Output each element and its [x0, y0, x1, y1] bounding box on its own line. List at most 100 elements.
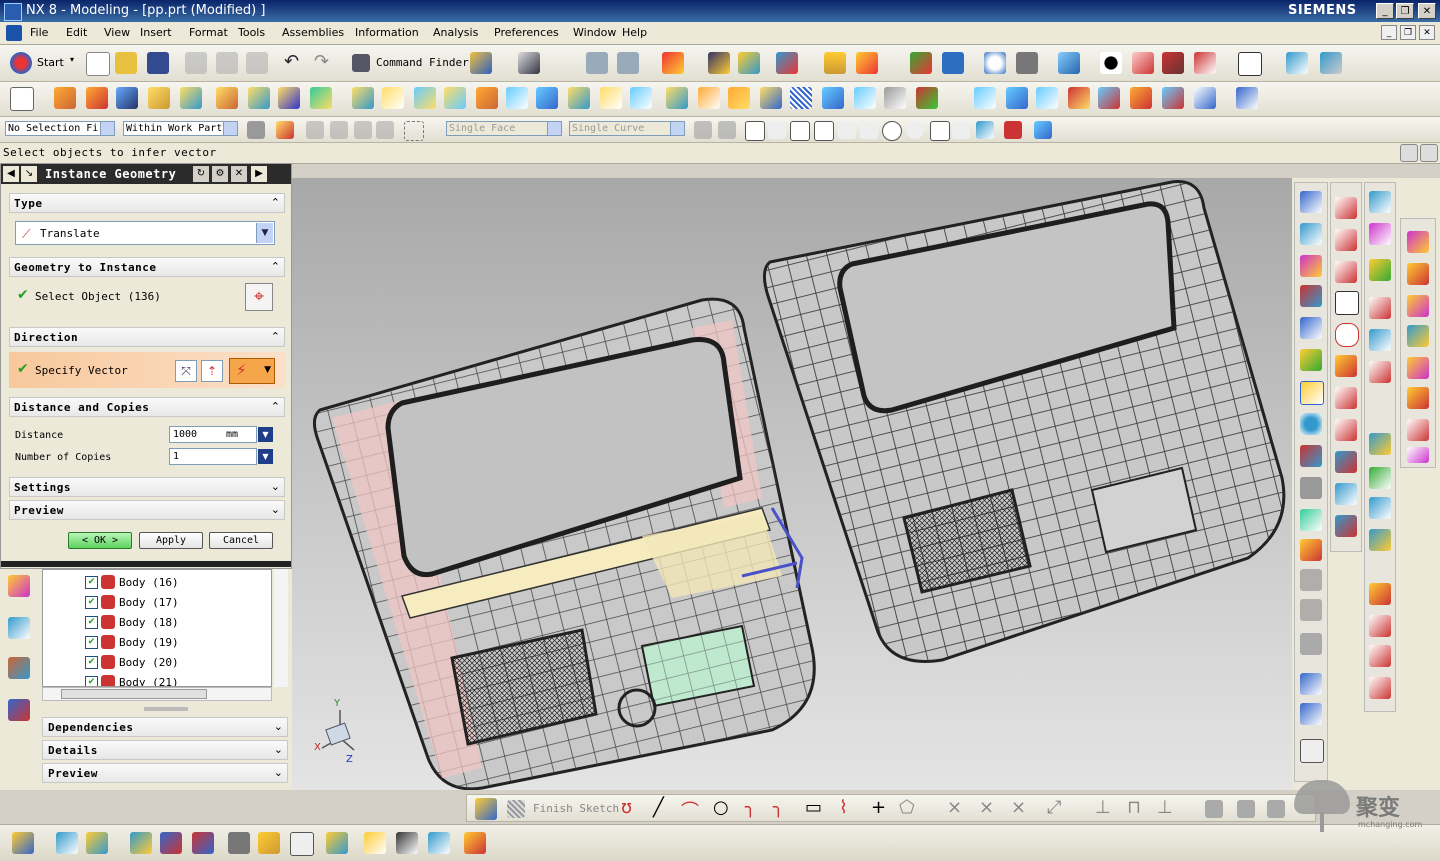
menu-format[interactable]: Format [189, 26, 228, 39]
expand-icon[interactable]: ⌄ [274, 766, 283, 779]
component-array-icon[interactable] [130, 832, 152, 854]
view-icon-1[interactable] [1300, 191, 1322, 213]
create-component-icon[interactable] [56, 832, 78, 854]
snap-intersection-icon[interactable] [860, 121, 878, 139]
view-icon-16[interactable] [1300, 673, 1322, 695]
copy-icon[interactable] [216, 52, 238, 74]
vector-dialog-icon[interactable]: ⇡ [201, 360, 223, 382]
assembly-more-icon[interactable] [464, 832, 486, 854]
edit-icon-1[interactable] [1369, 191, 1391, 213]
menu-assemblies[interactable]: Assemblies [282, 26, 344, 39]
sketch-polygon-icon[interactable]: ⬠ [899, 797, 915, 818]
render-style-icon[interactable] [1100, 52, 1122, 74]
view-icon-13[interactable] [1300, 569, 1322, 591]
surface-icon-k[interactable] [1194, 87, 1216, 109]
save-icon[interactable] [147, 52, 169, 74]
edit-icon-5[interactable] [1369, 329, 1391, 351]
shell-icon[interactable] [506, 87, 528, 109]
door-panel-original[interactable] [313, 297, 816, 790]
extrude-icon[interactable] [54, 87, 76, 109]
open-folder-icon[interactable] [115, 52, 137, 74]
rotate-icon[interactable] [1016, 52, 1038, 74]
view-icon-6[interactable] [1300, 349, 1322, 371]
snap-midpoint-icon[interactable] [814, 121, 834, 141]
distance-unit[interactable]: mm [223, 426, 257, 443]
mdi-minimize-button[interactable]: _ [1381, 25, 1397, 40]
move-component-icon[interactable] [1286, 52, 1308, 74]
tree-row[interactable]: ✔ Body (21) [43, 672, 271, 686]
sketch-arc-icon[interactable]: ⌒ [681, 797, 699, 823]
distance-input[interactable]: 1000 [169, 426, 225, 443]
view-icon-8[interactable] [1300, 413, 1322, 435]
vector-type-dropdown[interactable]: ⚡ ▼ [229, 358, 275, 384]
view-icon-2[interactable] [1300, 223, 1322, 245]
collapse-icon[interactable]: ⌃ [271, 400, 280, 413]
sequence-icon[interactable] [326, 832, 348, 854]
section-distance-copies[interactable]: Distance and Copies ⌃ [9, 397, 285, 417]
face-icon[interactable] [760, 87, 782, 109]
trim-body-icon[interactable] [568, 87, 590, 109]
maximize-button[interactable]: ❐ [1396, 3, 1414, 19]
snap-on-curve-icon[interactable] [952, 121, 970, 139]
menu-file[interactable]: File [30, 26, 48, 39]
edit-icon-12[interactable] [1369, 615, 1391, 637]
general-selection-icon[interactable] [247, 121, 265, 139]
move-icon[interactable] [192, 832, 214, 854]
filter-icon-d[interactable] [376, 121, 394, 139]
add-component-icon[interactable] [12, 832, 34, 854]
dialog-forward-icon[interactable]: ▶ [251, 166, 267, 182]
undo-icon[interactable]: ↶ [284, 51, 299, 72]
cue-icon-b[interactable] [1420, 144, 1438, 162]
interference-icon[interactable] [396, 832, 418, 854]
pattern-icon[interactable] [630, 87, 652, 109]
stop-at-intersection-icon[interactable] [694, 121, 712, 139]
scope-dropdown[interactable]: Within Work Part [123, 121, 238, 136]
snap-existing-point-icon[interactable] [930, 121, 950, 141]
hole-icon[interactable] [148, 87, 170, 109]
cue-icon-a[interactable] [1400, 144, 1418, 162]
feature-icon-8[interactable] [1407, 447, 1429, 463]
visibility-checkbox[interactable]: ✔ [85, 676, 98, 686]
specify-vector-row[interactable]: ✔ Specify Vector ⤧ ⇡ ⚡ ▼ [9, 352, 285, 388]
feature-icon-2[interactable] [1407, 263, 1429, 285]
menu-insert[interactable]: Insert [140, 26, 172, 39]
surface-icon-d[interactable] [974, 87, 996, 109]
finish-sketch-label[interactable]: Finish Sketch [533, 802, 619, 815]
tree-row[interactable]: ✔ Body (19) [43, 632, 271, 652]
roles-icon[interactable] [8, 657, 30, 679]
navigator-tree[interactable]: ✔ Body (16) ✔ Body (17) ✔ Body (18) ✔ Bo… [42, 569, 272, 687]
layer-visible-icon[interactable] [617, 52, 639, 74]
subtract-icon[interactable] [352, 87, 374, 109]
graphics-window[interactable]: Y X Z [292, 178, 1292, 790]
sketch-fillet-icon[interactable]: ╮ [745, 797, 756, 818]
join-curve-icon[interactable] [1335, 515, 1357, 537]
analysis-icon[interactable] [738, 52, 760, 74]
offset-curve-icon[interactable] [1335, 355, 1357, 377]
section-icon-b[interactable] [1162, 52, 1184, 74]
profile-icon[interactable]: ʊ [621, 797, 632, 818]
tree-row[interactable]: ✔ Body (16) [43, 572, 271, 592]
zoom-window-icon[interactable] [942, 52, 964, 74]
redo-icon[interactable]: ↷ [314, 51, 329, 72]
pocket-icon[interactable] [248, 87, 270, 109]
collapse-icon[interactable]: ⌃ [271, 260, 280, 273]
dialog-pin-icon[interactable]: ↘ [21, 166, 37, 182]
sketch-chamfer-icon[interactable]: ╮ [773, 797, 784, 818]
arc-icon[interactable] [1335, 229, 1357, 251]
close-icon[interactable]: ✕ [231, 166, 247, 182]
reverse-direction-icon[interactable]: ⤧ [175, 360, 197, 382]
project-curve-icon[interactable] [1335, 387, 1357, 409]
pad-icon[interactable] [216, 87, 238, 109]
surface-icon-b[interactable] [854, 87, 876, 109]
datum-icon[interactable] [278, 87, 300, 109]
polygon-icon[interactable] [1335, 323, 1359, 347]
panel-splitter[interactable] [144, 707, 188, 711]
feature-icon-1[interactable] [1407, 231, 1429, 253]
mirror-assembly-icon[interactable] [160, 832, 182, 854]
select-object-row[interactable]: ✔ Select Object (136) ⌖ [9, 280, 285, 314]
edit-icon-9[interactable] [1369, 497, 1391, 519]
reference-set-icon[interactable] [258, 832, 280, 854]
orient-icon[interactable] [776, 52, 798, 74]
surface-icon-f[interactable] [1036, 87, 1058, 109]
edit-icon-3[interactable] [1369, 259, 1391, 281]
